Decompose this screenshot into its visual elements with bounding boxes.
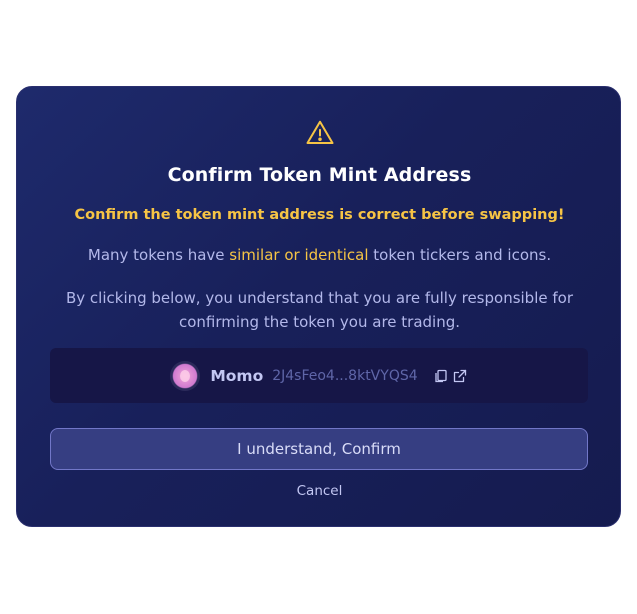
similar-tokens-note: Many tokens have similar or identical to… xyxy=(17,246,622,264)
modal-title: Confirm Token Mint Address xyxy=(167,164,472,186)
confirm-token-modal: Confirm Token Mint Address Confirm the t… xyxy=(16,86,621,527)
desc1-post: token tickers and icons. xyxy=(368,246,552,264)
confirm-button[interactable]: I understand, Confirm xyxy=(50,428,588,470)
token-name: Momo xyxy=(210,366,264,385)
warning-icon xyxy=(306,120,334,144)
copy-icon[interactable] xyxy=(433,368,449,384)
responsibility-note: By clicking below, you understand that y… xyxy=(66,289,573,331)
cancel-button[interactable]: Cancel xyxy=(17,483,622,499)
token-info-box: Momo 2J4sFeo4...8ktVYQS4 xyxy=(50,348,588,403)
token-address: 2J4sFeo4...8ktVYQS4 xyxy=(272,367,418,384)
desc1-highlight: similar or identical xyxy=(229,246,369,264)
token-avatar xyxy=(170,360,201,391)
external-link-icon[interactable] xyxy=(452,368,468,384)
desc1-pre: Many tokens have xyxy=(87,246,230,264)
warning-message: Confirm the token mint address is correc… xyxy=(74,207,565,223)
